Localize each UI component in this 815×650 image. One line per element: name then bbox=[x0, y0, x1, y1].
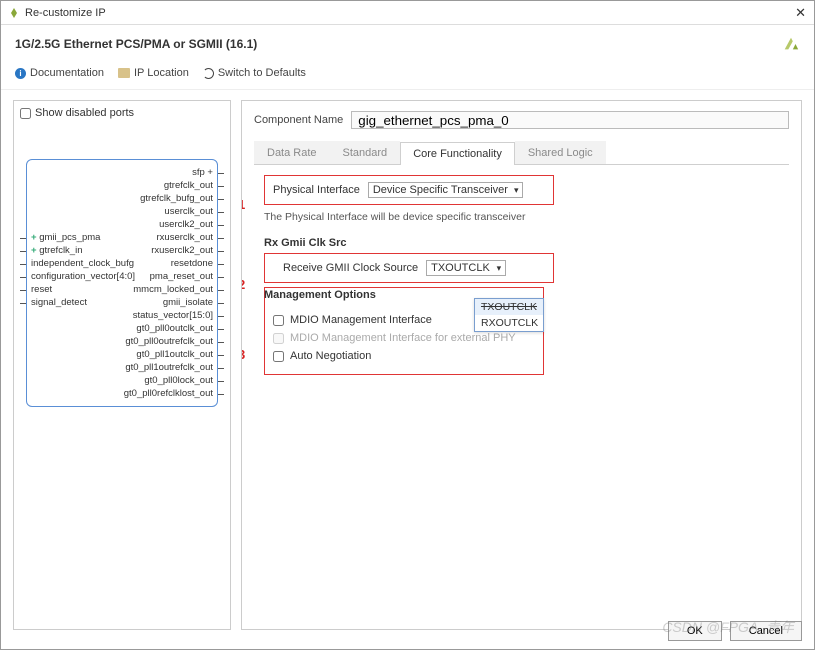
dialog-window: Re-customize IP ✕ 1G/2.5G Ethernet PCS/P… bbox=[0, 0, 815, 650]
port-left bbox=[27, 309, 117, 322]
port-left bbox=[27, 192, 117, 205]
port-right: rxuserclk2_out bbox=[117, 244, 217, 257]
toolbar: i Documentation IP Location Switch to De… bbox=[1, 63, 814, 90]
physical-interface-help: The Physical Interface will be device sp… bbox=[264, 211, 789, 223]
auto-neg-checkbox[interactable] bbox=[273, 351, 284, 362]
port-right: userclk_out bbox=[117, 205, 217, 218]
annotation-1: 1 bbox=[241, 197, 245, 212]
component-name-input[interactable] bbox=[351, 111, 789, 129]
tab-shared-logic[interactable]: Shared Logic bbox=[515, 141, 606, 164]
body: Show disabled ports sfp +gtrefclk_outgtr… bbox=[1, 90, 814, 640]
mdio-checkbox[interactable] bbox=[273, 315, 284, 326]
port-left bbox=[27, 218, 117, 231]
rx-clock-select[interactable]: TXOUTCLK ▾ bbox=[426, 260, 506, 276]
vendor-logo-icon bbox=[782, 35, 800, 53]
mdio-ext-row: MDIO Management Interface for external P… bbox=[273, 332, 535, 344]
component-name-row: Component Name bbox=[254, 111, 789, 129]
ip-location-label: IP Location bbox=[134, 67, 189, 79]
close-icon[interactable]: ✕ bbox=[795, 5, 806, 21]
port-right: status_vector[15:0] bbox=[117, 309, 217, 322]
chevron-down-icon: ▾ bbox=[497, 263, 502, 274]
window-title: Re-customize IP bbox=[25, 7, 795, 19]
port-right: gt0_pll0outrefclk_out bbox=[117, 335, 217, 348]
ok-button[interactable]: OK bbox=[668, 621, 722, 641]
header: 1G/2.5G Ethernet PCS/PMA or SGMII (16.1) bbox=[1, 25, 814, 63]
port-left bbox=[27, 348, 117, 361]
port-left: independent_clock_bufg bbox=[27, 257, 117, 270]
port-right: mmcm_locked_out bbox=[117, 283, 217, 296]
port-left bbox=[27, 166, 117, 179]
cancel-button[interactable]: Cancel bbox=[730, 621, 802, 641]
physical-interface-value: Device Specific Transceiver bbox=[373, 184, 508, 196]
port-left bbox=[27, 374, 117, 387]
rx-clock-label: Receive GMII Clock Source bbox=[283, 262, 418, 274]
app-logo-icon bbox=[9, 8, 19, 18]
rx-group-title: Rx Gmii Clk Src bbox=[264, 237, 789, 249]
port-left: signal_detect bbox=[27, 296, 117, 309]
annotation-3: 3 bbox=[241, 347, 245, 362]
dropdown-option[interactable]: TXOUTCLK bbox=[475, 299, 543, 315]
mdio-ext-label: MDIO Management Interface for external P… bbox=[290, 332, 516, 344]
port-right: sfp + bbox=[117, 166, 217, 179]
dropdown-option[interactable]: RXOUTCLK bbox=[475, 315, 543, 331]
port-right: pma_reset_out bbox=[117, 270, 217, 283]
port-left bbox=[27, 335, 117, 348]
port-right: userclk2_out bbox=[117, 218, 217, 231]
port-left: configuration_vector[4:0] bbox=[27, 270, 117, 283]
port-right: gt0_pll0lock_out bbox=[117, 374, 217, 387]
folder-icon bbox=[118, 68, 130, 78]
auto-neg-row: Auto Negotiation bbox=[273, 350, 535, 362]
port-right: gtrefclk_out bbox=[117, 179, 217, 192]
port-left: + gtrefclk_in bbox=[27, 244, 117, 257]
port-right: gt0_pll1outclk_out bbox=[117, 348, 217, 361]
switch-defaults-link[interactable]: Switch to Defaults bbox=[203, 67, 306, 79]
port-left bbox=[27, 322, 117, 335]
physical-interface-box: Physical Interface Device Specific Trans… bbox=[264, 175, 554, 205]
port-left: + gmii_pcs_pma bbox=[27, 231, 117, 244]
auto-neg-label: Auto Negotiation bbox=[290, 350, 371, 362]
documentation-link[interactable]: i Documentation bbox=[15, 67, 104, 79]
port-left bbox=[27, 205, 117, 218]
component-name-label: Component Name bbox=[254, 114, 343, 126]
port-left bbox=[27, 179, 117, 192]
show-disabled-label: Show disabled ports bbox=[35, 107, 134, 119]
physical-interface-label: Physical Interface bbox=[273, 184, 360, 196]
switch-defaults-label: Switch to Defaults bbox=[218, 67, 306, 79]
port-right: gt0_pll0refclklost_out bbox=[117, 387, 217, 400]
rx-clock-box: Receive GMII Clock Source TXOUTCLK ▾ bbox=[264, 253, 554, 283]
footer: OK Cancel bbox=[668, 621, 802, 641]
port-left: reset bbox=[27, 283, 117, 296]
port-right: rxuserclk_out bbox=[117, 231, 217, 244]
show-disabled-row: Show disabled ports bbox=[20, 107, 224, 119]
physical-interface-select[interactable]: Device Specific Transceiver ▾ bbox=[368, 182, 524, 198]
port-right: gt0_pll0outclk_out bbox=[117, 322, 217, 335]
ip-location-link[interactable]: IP Location bbox=[118, 67, 189, 79]
port-right: gtrefclk_bufg_out bbox=[117, 192, 217, 205]
port-left bbox=[27, 361, 117, 374]
reload-icon bbox=[203, 68, 214, 79]
ip-title: 1G/2.5G Ethernet PCS/PMA or SGMII (16.1) bbox=[15, 37, 257, 51]
chevron-down-icon: ▾ bbox=[514, 185, 519, 196]
rx-clock-dropdown: TXOUTCLK RXOUTCLK bbox=[474, 298, 544, 332]
port-right: gt0_pll1outrefclk_out bbox=[117, 361, 217, 374]
tab-data-rate[interactable]: Data Rate bbox=[254, 141, 330, 164]
rx-clock-value: TXOUTCLK bbox=[431, 262, 490, 274]
port-right: gmii_isolate bbox=[117, 296, 217, 309]
tab-standard[interactable]: Standard bbox=[330, 141, 401, 164]
port-left bbox=[27, 387, 117, 400]
tabs: Data RateStandardCore FunctionalityShare… bbox=[254, 141, 789, 165]
port-right: resetdone bbox=[117, 257, 217, 270]
titlebar: Re-customize IP ✕ bbox=[1, 1, 814, 25]
info-icon: i bbox=[15, 68, 26, 79]
annotation-2: 2 bbox=[241, 277, 245, 292]
right-pane: Component Name Data RateStandardCore Fun… bbox=[241, 100, 802, 630]
mdio-ext-checkbox bbox=[273, 333, 284, 344]
block-schematic: sfp +gtrefclk_outgtrefclk_bufg_outusercl… bbox=[26, 159, 218, 407]
documentation-label: Documentation bbox=[30, 67, 104, 79]
tab-core-functionality[interactable]: Core Functionality bbox=[400, 142, 515, 165]
left-pane: Show disabled ports sfp +gtrefclk_outgtr… bbox=[13, 100, 231, 630]
mdio-label: MDIO Management Interface bbox=[290, 314, 432, 326]
show-disabled-checkbox[interactable] bbox=[20, 108, 31, 119]
